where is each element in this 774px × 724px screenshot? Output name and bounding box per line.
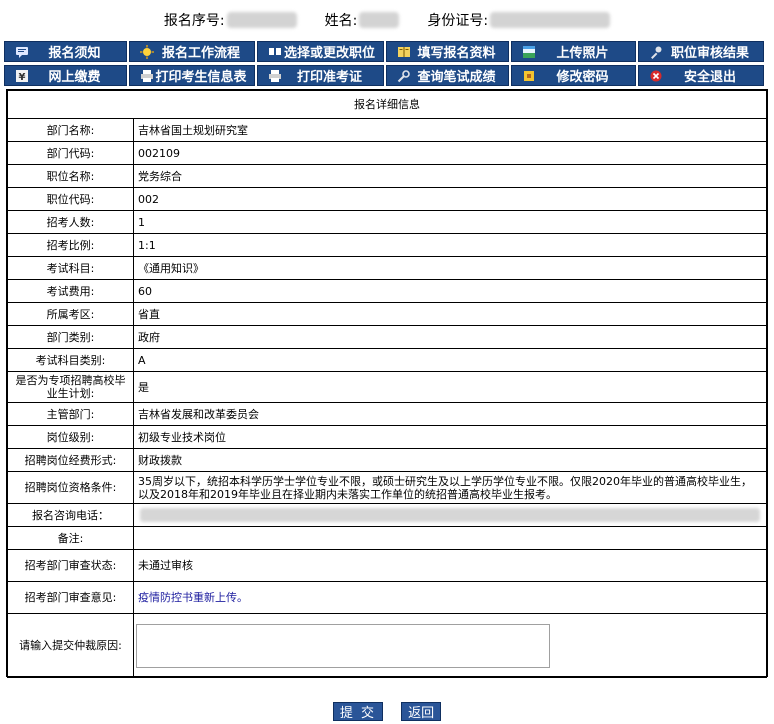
nav-query-scores[interactable]: 查询笔试成绩 — [386, 65, 509, 86]
nav-upload-photo[interactable]: 上传照片 — [511, 41, 636, 62]
reg-no-masked — [226, 12, 297, 28]
nav-fill-info[interactable]: 填写报名资料 — [386, 41, 509, 62]
applicant-header: 报名序号: 姓名: 身份证号: — [0, 8, 774, 32]
nav-review-result[interactable]: 职位审核结果 — [638, 41, 764, 62]
phone-label: 报名咨询电话： — [7, 503, 134, 527]
table-row: 部门类别: 政府 — [7, 325, 767, 349]
exit-icon — [649, 69, 663, 83]
table-row: 考试科目类别: A — [7, 348, 767, 372]
list-icon — [268, 45, 282, 59]
detail-title-row: 报名详细信息 — [7, 90, 767, 119]
table-row: 职位名称: 党务综合 — [7, 164, 767, 188]
speech-bubble-icon — [15, 45, 29, 59]
appeal-label: 请输入提交仲裁原因: — [7, 613, 134, 678]
nav-choose-position[interactable]: 选择或更改职位 — [257, 41, 384, 62]
nav-registration-notice[interactable]: 报名须知 — [4, 41, 127, 62]
nav-online-payment[interactable]: ¥ 网上缴费 — [4, 65, 127, 86]
table-row: 职位代码: 002 — [7, 187, 767, 211]
detail-panel: 报名详细信息 部门名称: 吉林省国土规划研究室 部门代码: 002109 职位名… — [6, 89, 768, 678]
review-status-row: 招考部门审查状态: 未通过审核 — [7, 549, 767, 582]
table-row: 考试费用: 60 — [7, 279, 767, 303]
review-opinion-value: 疫情防控书重新上传。 — [133, 581, 767, 614]
submit-button[interactable]: 提 交 — [332, 702, 384, 721]
review-opinion-row: 招考部门审查意见: 疫情防控书重新上传。 — [7, 581, 767, 614]
nav-logout[interactable]: 安全退出 — [638, 65, 764, 86]
review-status-value: 未通过审核 — [133, 549, 767, 582]
review-status-label: 招考部门审查状态: — [7, 549, 134, 582]
id-masked — [490, 12, 611, 28]
table-row: 主管部门: 吉林省发展和改革委员会 — [7, 402, 767, 426]
printer-icon — [140, 69, 154, 83]
book-icon — [397, 45, 411, 59]
star-icon — [140, 45, 154, 59]
printer-icon — [268, 69, 282, 83]
table-row: 招考人数: 1 — [7, 210, 767, 234]
table-row: 招考比例: 1:1 — [7, 233, 767, 257]
table-row: 部门代码: 002109 — [7, 141, 767, 165]
table-row: 考试科目: 《通用知识》 — [7, 256, 767, 280]
table-row: 所属考区: 省直 — [7, 302, 767, 326]
nav-print-admission[interactable]: 打印准考证 — [257, 65, 384, 86]
qualification-text: 35周岁以下，统招本科学历学士学位专业不限，或硕士研究生及以上学历学位专业不限。… — [133, 471, 767, 504]
search-icon — [397, 69, 411, 83]
svg-text:¥: ¥ — [19, 72, 26, 83]
table-row: 岗位级别: 初级专业技术岗位 — [7, 425, 767, 449]
phone-value — [133, 503, 767, 527]
detail-title: 报名详细信息 — [7, 90, 767, 119]
key-icon — [649, 45, 663, 59]
id-label: 身份证号: — [427, 13, 489, 29]
appeal-reason-textarea[interactable] — [136, 623, 550, 668]
remark-label: 备注: — [7, 526, 134, 550]
lock-icon — [522, 69, 536, 83]
nav-print-info-form[interactable]: 打印考生信息表 — [129, 65, 255, 86]
name-label: 姓名: — [324, 13, 358, 29]
nav-workflow[interactable]: 报名工作流程 — [129, 41, 255, 62]
action-buttons: 提 交 返回 — [0, 702, 774, 722]
table-row: 是否为专项招聘高校毕业生计划: 是 — [7, 371, 767, 403]
yen-icon: ¥ — [15, 69, 29, 83]
remark-row: 备注: — [7, 526, 767, 550]
appeal-cell — [133, 613, 767, 678]
remark-value — [133, 526, 767, 550]
phone-row: 报名咨询电话： — [7, 503, 767, 527]
nav-change-password[interactable]: 修改密码 — [511, 65, 636, 86]
name-masked — [359, 12, 400, 28]
detail-table: 报名详细信息 部门名称: 吉林省国土规划研究室 部门代码: 002109 职位名… — [7, 90, 767, 678]
main-nav: 报名须知 报名工作流程 选择或更改职位 填写报名资料 上传照片 职位审核结果 ¥ — [4, 41, 768, 87]
reg-no-label: 报名序号: — [163, 13, 225, 29]
table-row: 招聘岗位资格条件: 35周岁以下，统招本科学历学士学位专业不限，或硕士研究生及以… — [7, 471, 767, 504]
back-button[interactable]: 返回 — [401, 702, 442, 721]
review-opinion-label: 招考部门审查意见: — [7, 581, 134, 614]
table-row: 招聘岗位经费形式: 财政拨款 — [7, 448, 767, 472]
image-icon — [522, 45, 536, 59]
appeal-row: 请输入提交仲裁原因: — [7, 613, 767, 678]
phone-masked — [140, 508, 760, 522]
table-row: 部门名称: 吉林省国土规划研究室 — [7, 118, 767, 142]
